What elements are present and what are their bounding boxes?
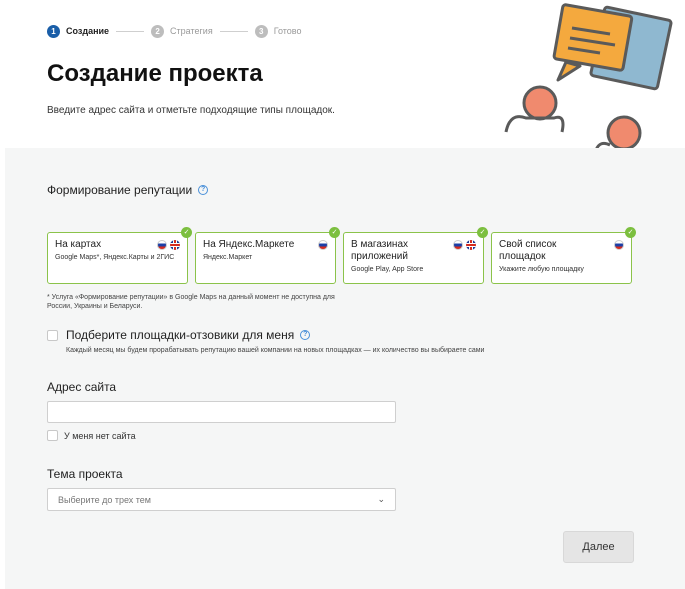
- card-title: На Яндекс.Маркете: [203, 239, 295, 250]
- check-icon: ✓: [181, 227, 192, 238]
- reputation-title: Формирование репутации: [47, 183, 193, 197]
- flag-russia-icon: [453, 240, 463, 250]
- step-number: 3: [254, 24, 268, 38]
- card-description: Яндекс.Маркет: [203, 254, 253, 261]
- auto-select-checkbox[interactable]: [47, 329, 58, 341]
- step-connector: [116, 30, 145, 32]
- chevron-down-icon: ⌄: [377, 494, 385, 504]
- reputation-section-title: Формирование репутации ?: [47, 183, 209, 197]
- flags: [315, 240, 328, 250]
- auto-select-label: Подберите площадки-отзовики для меня: [66, 328, 295, 342]
- check-icon: ✓: [625, 227, 636, 238]
- step-number: 1: [47, 24, 60, 38]
- page-subtitle: Введите адрес сайта и отметьте подходящи…: [47, 105, 335, 116]
- step-number: 2: [151, 24, 165, 38]
- card-description: Укажите любую площадку: [499, 266, 584, 273]
- site-address-input[interactable]: [47, 401, 396, 423]
- select-placeholder: Выберите до трех тем: [58, 494, 151, 505]
- step-label: Создание: [66, 26, 110, 36]
- footnote: * Услуга «Формирование репутации» в Goog…: [47, 294, 335, 310]
- flag-uk-icon: [466, 240, 476, 250]
- flags: [154, 240, 180, 250]
- no-site-row: У меня нет сайта: [47, 430, 136, 441]
- flag-russia-icon: [318, 240, 328, 250]
- reviews-chat-people-illustration: [504, 3, 673, 150]
- card-title: В магазинах приложений: [351, 239, 409, 262]
- project-topic-select[interactable]: Выберите до трех тем ⌄: [47, 488, 396, 511]
- step-done: 3 Готово: [254, 24, 302, 38]
- project-form-panel: Формирование репутации ? ✓ На картах Goo…: [5, 148, 685, 589]
- flag-russia-icon: [157, 240, 167, 250]
- stepper: 1 Создание 2 Стратегия 3 Готово: [47, 23, 302, 39]
- auto-select-description: Каждый месяц мы будем прорабатывать репу…: [66, 347, 485, 354]
- card-title: На картах: [55, 239, 102, 250]
- project-topic-label: Тема проекта: [47, 467, 123, 481]
- person-left-icon: [504, 85, 565, 133]
- step-label: Стратегия: [170, 26, 213, 36]
- platform-card-maps[interactable]: ✓ На картах Google Maps*, Яндекс.Карты и…: [47, 227, 192, 284]
- page-title: Создание проекта: [47, 60, 263, 87]
- no-site-checkbox[interactable]: [47, 430, 58, 441]
- flags: [450, 240, 476, 250]
- check-icon: ✓: [477, 227, 488, 238]
- card-title: Свой список площадок: [499, 239, 557, 262]
- person-right-icon: [594, 115, 642, 150]
- card-description: Google Maps*, Яндекс.Карты и 2ГИС: [55, 254, 175, 261]
- step-label: Готово: [273, 26, 302, 36]
- auto-select-row: Подберите площадки-отзовики для меня ?: [47, 328, 311, 342]
- platform-cards: ✓ На картах Google Maps*, Яндекс.Карты и…: [47, 227, 639, 284]
- platform-card-custom-list[interactable]: ✓ Свой список площадок Укажите любую пло…: [491, 227, 636, 284]
- flags: [611, 240, 624, 250]
- flag-russia-icon: [614, 240, 624, 250]
- platform-card-yandex-market[interactable]: ✓ На Яндекс.Маркете Яндекс.Маркет: [195, 227, 340, 284]
- check-icon: ✓: [329, 227, 340, 238]
- next-button[interactable]: Далее: [563, 531, 634, 563]
- platform-card-app-stores[interactable]: ✓ В магазинах приложений Google Play, Ap…: [343, 227, 488, 284]
- no-site-label: У меня нет сайта: [64, 430, 136, 441]
- question-icon[interactable]: ?: [300, 330, 311, 340]
- card-description: Google Play, App Store: [351, 266, 424, 273]
- question-icon[interactable]: ?: [198, 185, 209, 195]
- step-strategy: 2 Стратегия: [151, 24, 213, 38]
- step-connector: [219, 30, 248, 32]
- step-create: 1 Создание: [47, 24, 110, 38]
- flag-uk-icon: [170, 240, 180, 250]
- site-address-label: Адрес сайта: [47, 380, 117, 394]
